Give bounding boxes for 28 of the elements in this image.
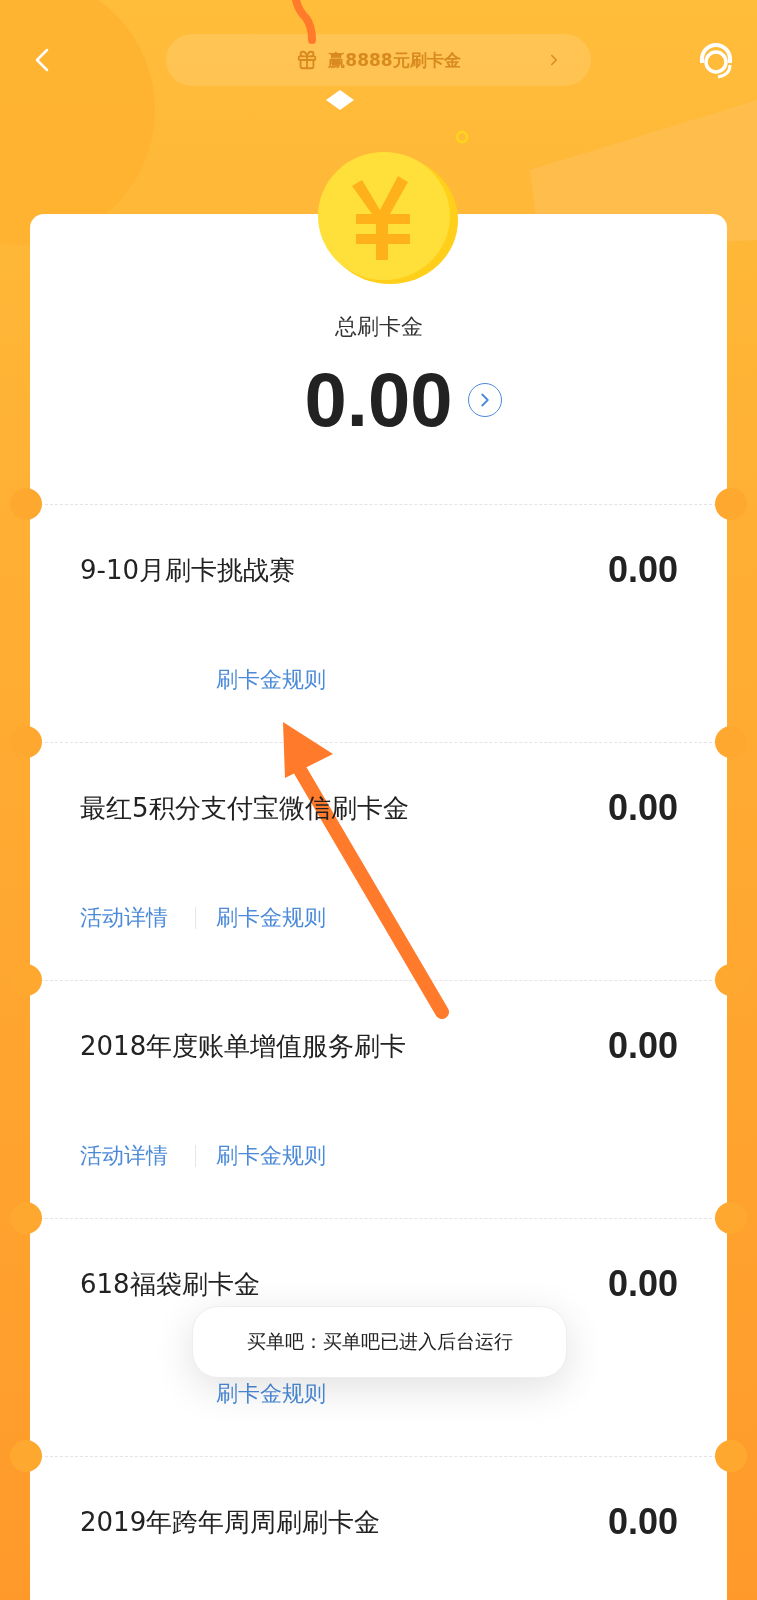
activity-amount: 0.00 [607, 1025, 678, 1067]
ticket-notch [10, 1440, 42, 1472]
ticket-notch [715, 1202, 747, 1234]
activity-detail-link[interactable]: 活动详情 [80, 1141, 168, 1171]
ticket-notch [10, 488, 42, 520]
ticket-notch [10, 1202, 42, 1234]
activity-amount: 0.00 [607, 549, 678, 591]
rules-link[interactable]: 刷卡金规则 [216, 1379, 326, 1409]
total-label: 总刷卡金 [334, 313, 423, 341]
activity-amount: 0.00 [607, 1501, 678, 1543]
activity-title: 2019年跨年周周刷刷卡金 [80, 1505, 381, 1539]
ticket-notch [715, 488, 747, 520]
activity-title: 9-10月刷卡挑战赛 [80, 553, 295, 587]
activity-title: 2018年度账单增值服务刷卡 [80, 1029, 407, 1063]
rules-link[interactable]: 刷卡金规则 [216, 1141, 326, 1171]
rules-link[interactable]: 刷卡金规则 [216, 903, 326, 933]
activity-detail-link[interactable]: 活动详情 [80, 903, 168, 933]
rules-link[interactable]: 刷卡金规则 [216, 665, 326, 695]
toast-message: 买单吧：买单吧已进入后台运行 [192, 1306, 567, 1378]
gift-icon [296, 49, 319, 71]
activity-amount: 0.00 [607, 787, 678, 829]
ticket-notch [715, 1440, 747, 1472]
banner-text: 赢8888元刷卡金 [328, 48, 461, 72]
activity-amount: 0.00 [607, 1263, 678, 1305]
activity-title: 618福袋刷卡金 [80, 1267, 260, 1301]
total-amount: 0.00 [304, 356, 453, 443]
annotation-stroke [292, 0, 316, 44]
details-button[interactable] [468, 382, 503, 417]
